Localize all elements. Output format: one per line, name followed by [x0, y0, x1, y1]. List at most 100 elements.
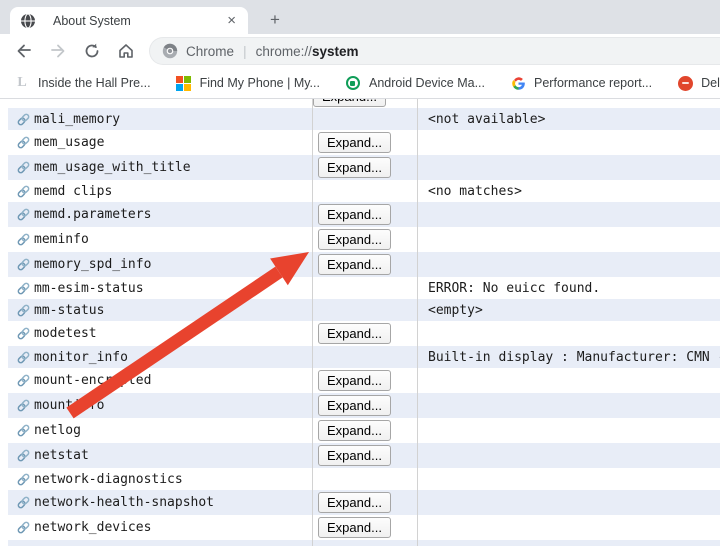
stat-value: ERROR: No euicc found. — [417, 281, 720, 296]
link-anchor-icon[interactable] — [17, 521, 30, 534]
table-row: memd.parameters Expand... — [8, 202, 720, 227]
table-row: meminfo Expand... — [8, 227, 720, 252]
stat-control-cell: Expand... — [312, 204, 417, 225]
table-row: mem_usage_with_title Expand... — [8, 155, 720, 180]
bookmark-find-my-phone[interactable]: Find My Phone | My... — [176, 75, 320, 91]
expand-button[interactable]: Expand... — [318, 229, 391, 250]
link-anchor-icon[interactable] — [17, 304, 30, 317]
bookmark-inside-the-hall[interactable]: L Inside the Hall Pre... — [14, 75, 151, 91]
table-row: mount-encrypted Expand... — [8, 368, 720, 393]
expand-button[interactable]: Expand... — [318, 370, 391, 391]
stat-value: <no matches> — [417, 184, 720, 199]
table-row: memd clips <no matches> — [8, 180, 720, 202]
link-anchor-icon[interactable] — [17, 399, 30, 412]
home-icon[interactable] — [116, 41, 136, 61]
table-row: mem_usage Expand... — [8, 130, 720, 155]
microsoft-logo-icon — [176, 75, 192, 91]
table-row: mm-status <empty> — [8, 299, 720, 321]
expand-button[interactable]: Expand... — [318, 517, 391, 538]
stat-control-cell: Expand... — [312, 157, 417, 178]
link-anchor-icon[interactable] — [17, 496, 30, 509]
bookmark-android-device-manager[interactable]: Android Device Ma... — [345, 75, 485, 91]
link-anchor-icon[interactable] — [17, 113, 30, 126]
link-anchor-icon[interactable] — [17, 282, 30, 295]
stat-control-cell: Expand... — [312, 229, 417, 250]
bookmark-label: Android Device Ma... — [369, 76, 485, 90]
stat-name-label: modetest — [34, 326, 97, 341]
stat-name-cell: mem_usage — [8, 135, 312, 150]
bookmarks-bar: L Inside the Hall Pre... Find My Phone |… — [0, 68, 720, 99]
globe-favicon-icon — [20, 13, 36, 29]
stat-name-cell: netlog — [8, 423, 312, 438]
stat-name-label: mali_memory — [34, 112, 120, 127]
table-row: memory_spd_info Expand... — [8, 252, 720, 277]
new-tab-button[interactable]: + — [262, 9, 288, 31]
stat-name-label: mountinfo — [34, 398, 104, 413]
stat-control-cell: Expand... — [312, 517, 417, 538]
link-anchor-icon[interactable] — [17, 136, 30, 149]
stat-control-cell: Expand... — [312, 254, 417, 275]
system-table-rows: mali_memory <not available> mem_usage Ex… — [8, 99, 720, 546]
expand-button[interactable]: Expand... — [318, 492, 391, 513]
expand-button[interactable]: Expand... — [318, 395, 391, 416]
google-g-logo-icon — [510, 75, 526, 91]
expand-button[interactable]: Expand... — [318, 445, 391, 466]
link-anchor-icon[interactable] — [17, 351, 30, 364]
android-device-manager-icon — [345, 75, 361, 91]
stat-control-cell: Expand... — [312, 323, 417, 344]
link-anchor-icon[interactable] — [17, 327, 30, 340]
stat-name-label: memd.parameters — [34, 207, 151, 222]
expand-button[interactable]: Expand... — [318, 254, 391, 275]
expand-button[interactable]: Expand... — [318, 323, 391, 344]
expand-button[interactable]: Expand... — [318, 204, 391, 225]
stat-name-cell: netstat — [8, 448, 312, 463]
link-anchor-icon[interactable] — [17, 449, 30, 462]
link-anchor-icon[interactable] — [17, 233, 30, 246]
bookmark-dell-technologies[interactable]: Dell Technologie — [677, 75, 720, 91]
address-url-host: system — [312, 44, 359, 59]
link-anchor-icon[interactable] — [17, 473, 30, 486]
link-anchor-icon[interactable] — [17, 185, 30, 198]
dell-logo-icon — [677, 75, 693, 91]
expand-button[interactable]: Expand... — [318, 132, 391, 153]
link-anchor-icon[interactable] — [17, 374, 30, 387]
table-row: mountinfo Expand... — [8, 393, 720, 418]
address-separator: | — [243, 43, 247, 59]
stat-name-cell: mountinfo — [8, 398, 312, 413]
table-row: network_devices Expand... — [8, 515, 720, 540]
stat-value: <empty> — [417, 303, 720, 318]
link-anchor-icon[interactable] — [17, 424, 30, 437]
browser-window: About System × + Chr — [0, 0, 720, 546]
stat-control-cell: Expand... — [312, 395, 417, 416]
stat-name-label: mount-encrypted — [34, 373, 151, 388]
letter-l-favicon-icon: L — [14, 75, 30, 91]
bookmark-performance-report[interactable]: Performance report... — [510, 75, 652, 91]
stat-value: <not available> — [417, 112, 720, 127]
tab-about-system[interactable]: About System × — [10, 7, 248, 34]
address-bar[interactable]: Chrome | chrome:// system — [149, 37, 720, 65]
back-icon[interactable] — [14, 41, 34, 61]
table-row: monitor_info Built-in display : Manufact… — [8, 346, 720, 368]
expand-button[interactable]: Expand... — [318, 420, 391, 441]
forward-icon[interactable] — [48, 41, 68, 61]
tab-close-icon[interactable]: × — [225, 13, 238, 28]
link-anchor-icon[interactable] — [17, 258, 30, 271]
stat-name-cell: memd clips — [8, 184, 312, 199]
stat-control-cell: Expand... — [312, 445, 417, 466]
bookmark-label: Inside the Hall Pre... — [38, 76, 151, 90]
stat-name-label: memd clips — [34, 184, 112, 199]
page-content: Expand... mali_memory <not available> — [0, 99, 720, 546]
expand-button[interactable]: Expand... — [318, 157, 391, 178]
table-row: mm-esim-status ERROR: No euicc found. — [8, 277, 720, 299]
stat-name-label: mm-esim-status — [34, 281, 144, 296]
stat-name-label: mm-status — [34, 303, 104, 318]
address-url-scheme: chrome:// — [256, 44, 312, 59]
column-divider — [417, 99, 418, 546]
reload-icon[interactable] — [82, 41, 102, 61]
stat-name-cell: mem_usage_with_title — [8, 160, 312, 175]
link-anchor-icon[interactable] — [17, 161, 30, 174]
partial-next-row — [8, 540, 720, 546]
stat-name-cell: memd.parameters — [8, 207, 312, 222]
stat-name-cell: meminfo — [8, 232, 312, 247]
link-anchor-icon[interactable] — [17, 208, 30, 221]
